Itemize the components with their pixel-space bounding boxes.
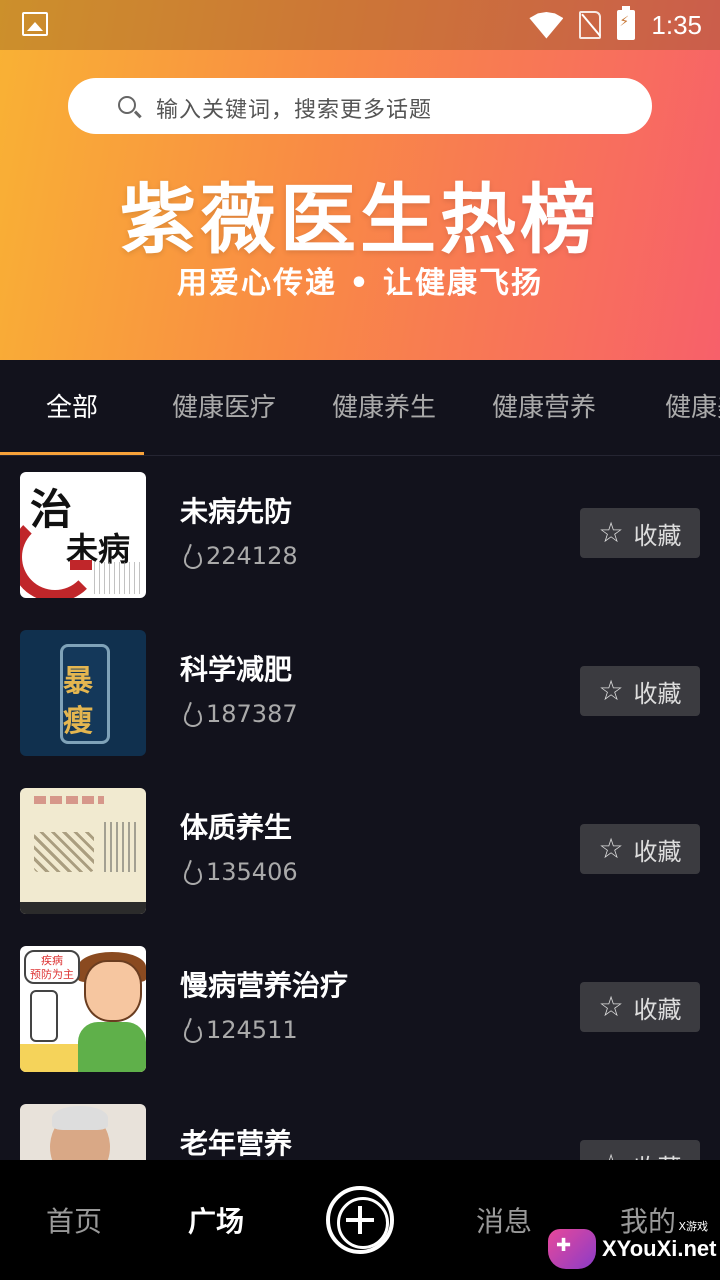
topic-title: 慢病营养治疗	[180, 969, 349, 1002]
status-clock: 1:35	[651, 9, 702, 40]
list-item[interactable]: 老年营养 ☆ 收藏	[0, 1088, 720, 1160]
favorite-button[interactable]: ☆ 收藏	[580, 1140, 700, 1160]
fire-icon	[182, 1019, 202, 1043]
status-bar: 1:35	[0, 0, 720, 50]
search-placeholder: 输入关键词，搜索更多话题	[156, 98, 433, 123]
hero-title: 紫薇医生热榜	[120, 175, 600, 264]
star-icon: ☆	[598, 832, 624, 865]
favorite-label: 收藏	[633, 995, 682, 1024]
list-item[interactable]: 治 未病 未病先防 224128 ☆ 收藏	[0, 456, 720, 614]
fire-icon	[182, 703, 202, 727]
heat-count: 187387	[206, 700, 298, 728]
gallery-notification-icon	[22, 12, 48, 36]
topic-thumbnail: 暴 瘦	[20, 630, 146, 756]
topic-title: 未病先防	[180, 495, 293, 528]
tab-health-medical[interactable]: 健康医疗	[144, 360, 304, 456]
site-watermark: XYouXi.net X游戏	[548, 1220, 718, 1276]
topic-thumbnail	[20, 1104, 146, 1160]
add-post-button[interactable]	[326, 1186, 394, 1254]
favorite-button[interactable]: ☆ 收藏	[580, 824, 700, 874]
topic-heat: 224128	[182, 542, 298, 570]
thumbnail-text: 瘦	[63, 704, 93, 739]
star-icon: ☆	[598, 516, 624, 549]
battery-charging-icon	[617, 6, 636, 40]
fire-icon	[182, 861, 202, 885]
watermark-text: XYouXi.net	[602, 1236, 717, 1261]
nav-messages[interactable]: 消息	[476, 1200, 532, 1240]
favorite-label: 收藏	[634, 1148, 682, 1161]
topic-title: 体质养生	[180, 811, 293, 844]
star-icon: ☆	[598, 990, 624, 1023]
hero-banner: 1:35 输入关键词，搜索更多话题 紫薇医生热榜 用爱心传递 • 让健康飞扬	[0, 0, 720, 360]
thumbnail-text: 疾病 预防为主	[24, 950, 80, 984]
topic-heat: 135406	[182, 858, 298, 886]
topic-heat: 124511	[182, 1016, 298, 1044]
favorite-label: 收藏	[633, 679, 682, 708]
star-icon: ☆	[598, 674, 624, 707]
watermark-sub: X游戏	[678, 1220, 708, 1233]
tab-health-nutrition[interactable]: 健康营养	[464, 360, 624, 456]
tab-health-beauty[interactable]: 健康美	[624, 360, 720, 456]
favorite-label: 收藏	[633, 521, 682, 550]
fire-icon	[182, 545, 202, 569]
topic-list: 治 未病 未病先防 224128 ☆ 收藏 暴 瘦 科学减肥 187387 ☆ …	[0, 456, 720, 1160]
topic-thumbnail: 疾病 预防为主	[20, 946, 146, 1072]
nav-plaza[interactable]: 广场	[188, 1200, 244, 1240]
category-tabs: 全部 健康医疗 健康养生 健康营养 健康美	[0, 360, 720, 456]
tab-health-wellness[interactable]: 健康养生	[304, 360, 464, 456]
hero-subtitle: 用爱心传递 • 让健康飞扬	[176, 266, 544, 301]
tab-all[interactable]: 全部	[0, 360, 144, 456]
favorite-button[interactable]: ☆ 收藏	[580, 666, 700, 716]
no-sim-icon	[579, 11, 602, 39]
topic-heat: 187387	[182, 700, 298, 728]
favorite-label: 收藏	[633, 837, 682, 866]
list-item[interactable]: 体质养生 135406 ☆ 收藏	[0, 772, 720, 930]
nav-home[interactable]: 首页	[46, 1200, 102, 1240]
list-item[interactable]: 暴 瘦 科学减肥 187387 ☆ 收藏	[0, 614, 720, 772]
topic-thumbnail	[20, 788, 146, 914]
heat-count: 124511	[206, 1016, 298, 1044]
wifi-icon	[529, 12, 563, 38]
search-icon	[118, 96, 136, 114]
star-icon: ☆	[598, 1151, 623, 1161]
topic-title: 科学减肥	[180, 653, 293, 686]
favorite-button[interactable]: ☆ 收藏	[580, 508, 700, 558]
heat-count: 224128	[206, 542, 298, 570]
list-item[interactable]: 疾病 预防为主 慢病营养治疗 124511 ☆ 收藏	[0, 930, 720, 1088]
topic-title: 老年营养	[180, 1127, 293, 1160]
search-bar[interactable]: 输入关键词，搜索更多话题	[68, 78, 652, 134]
topic-thumbnail: 治 未病	[20, 472, 146, 598]
thumbnail-text: 暴	[63, 664, 93, 699]
gamepad-logo-icon	[548, 1229, 596, 1269]
heat-count: 135406	[206, 858, 298, 886]
favorite-button[interactable]: ☆ 收藏	[580, 982, 700, 1032]
